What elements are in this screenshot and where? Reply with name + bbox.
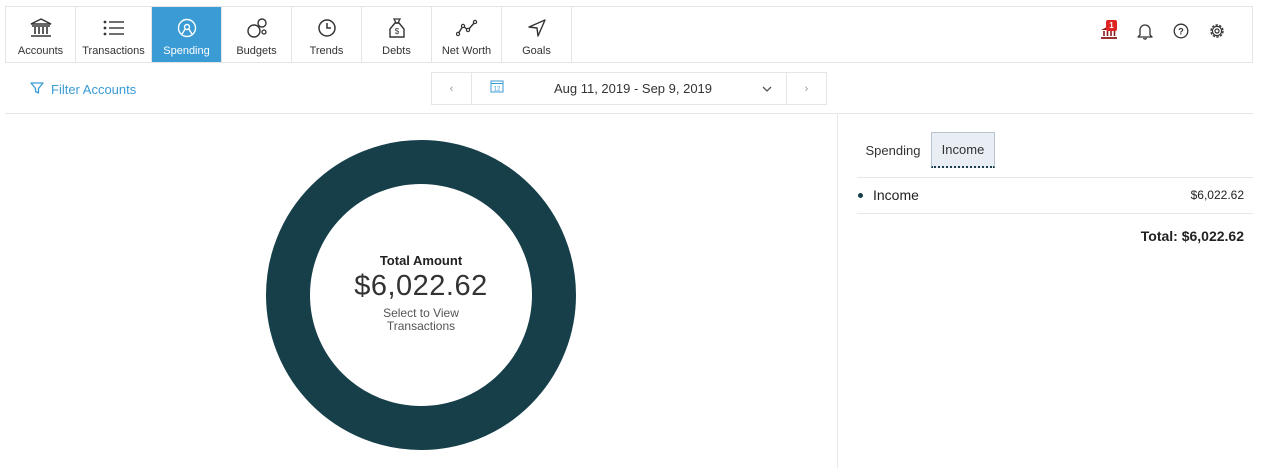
tab-label: Goals [522,45,551,57]
panel-total: Total: $6,022.62 [1140,228,1244,244]
total-amount-title: Total Amount [379,253,463,268]
calendar-icon: 12 [490,79,504,98]
settings-button[interactable] [1208,21,1226,45]
help-icon: ? [1173,23,1189,44]
tab-trends[interactable]: Trends [292,7,362,62]
bubbles-icon [245,16,269,40]
alerts-bank-button[interactable]: 1 [1100,20,1118,45]
nav-tabs: Accounts Transactions Spending Budgets T… [6,7,572,62]
help-button[interactable]: ? [1172,21,1190,45]
bell-icon [1137,22,1153,45]
date-range-dropdown[interactable]: 12 Aug 11, 2019 - Sep 9, 2019 [472,73,786,104]
filter-accounts-label: Filter Accounts [51,82,137,97]
clock-icon [315,16,339,40]
legend-category-name: Income [873,187,919,203]
tab-budgets[interactable]: Budgets [222,7,292,62]
bag-dollar-icon: $ [385,16,409,40]
gear-icon [1208,22,1226,45]
notifications-button[interactable] [1136,21,1154,45]
bank-icon [29,16,53,40]
tab-goals[interactable]: Goals [502,7,572,62]
date-range-picker: ‹ 12 Aug 11, 2019 - Sep 9, 2019 › [431,72,827,105]
filter-icon [30,81,44,98]
svg-text:$: $ [394,27,399,36]
tab-label: Trends [309,45,344,57]
panel-divider [837,113,838,468]
chevron-right-icon: › [804,82,809,95]
filter-accounts-button[interactable]: Filter Accounts [30,81,136,98]
view-transactions-hint: Select to View Transactions [383,306,459,333]
tab-debts[interactable]: $ Debts [362,7,432,62]
calendar-day: 12 [494,87,501,93]
tab-label: Debts [382,45,411,57]
tab-net-worth[interactable]: Net Worth [432,7,502,62]
notification-badge: 1 [1106,20,1117,31]
tab-label: Transactions [82,45,145,57]
legend-row-income[interactable]: Income $6,022.62 [858,186,1244,204]
list-icon [102,16,126,40]
next-period-button[interactable]: › [786,73,826,104]
navigation-arrow-icon [525,16,549,40]
top-navigation: Accounts Transactions Spending Budgets T… [5,6,1253,63]
tab-label: Spending [163,45,210,57]
tab-accounts[interactable]: Accounts [6,7,76,62]
income-toggle-button[interactable]: Income [931,132,995,168]
content-divider [5,113,1253,114]
legend-divider-top [857,177,1253,178]
line-chart-icon [455,16,479,40]
svg-text:?: ? [1178,26,1184,36]
legend-category-value: $6,022.62 [1190,188,1244,202]
tab-transactions[interactable]: Transactions [76,7,152,62]
pie-chart-icon [175,16,199,40]
date-range-label: Aug 11, 2019 - Sep 9, 2019 [553,81,713,96]
total-amount-value: $6,022.62 [354,270,488,302]
legend-bullet [858,192,863,198]
spending-toggle-button[interactable]: Spending [860,132,926,168]
legend-divider-bottom [857,213,1253,214]
tab-label: Accounts [17,45,64,57]
spending-income-toggle: Spending Income [860,132,995,168]
tab-label: Net Worth [441,45,492,57]
donut-center-summary[interactable]: Total Amount $6,022.62 Select to View Tr… [321,253,521,333]
tab-spending[interactable]: Spending [152,7,222,62]
header-actions: 1 ? [1100,20,1226,45]
tab-label: Budgets [236,45,277,57]
chevron-left-icon: ‹ [449,82,454,95]
previous-period-button[interactable]: ‹ [432,73,472,104]
chevron-down-icon [762,80,772,98]
